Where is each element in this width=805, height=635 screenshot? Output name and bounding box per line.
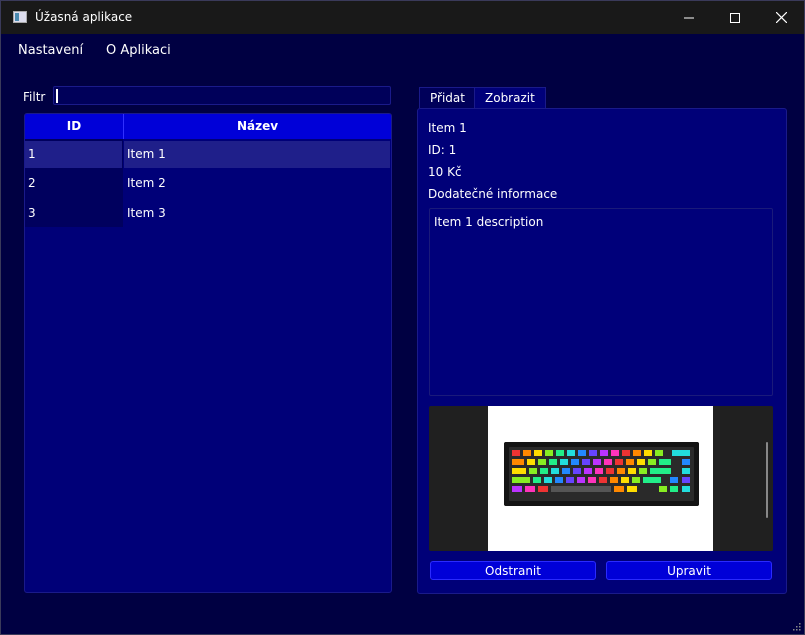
image-scrollbar[interactable] — [766, 442, 768, 518]
cell-id: 1 — [25, 141, 122, 168]
item-name: Item 1 — [428, 121, 467, 135]
keyboard-image — [504, 442, 699, 506]
product-image — [488, 406, 713, 551]
column-header-id[interactable]: ID — [25, 114, 124, 139]
edit-button[interactable]: Upravit — [606, 561, 772, 580]
table-row[interactable]: 1 Item 1 — [25, 141, 391, 168]
menu-settings[interactable]: Nastavení — [18, 43, 83, 58]
table-row[interactable]: 2 Item 2 — [25, 170, 391, 197]
cell-name: Item 2 — [127, 176, 166, 190]
table-row[interactable]: 3 Item 3 — [25, 200, 391, 227]
window-title: Úžasná aplikace — [35, 10, 133, 24]
cell-name: Item 3 — [127, 206, 166, 220]
item-id: ID: 1 — [428, 143, 457, 157]
app-window: Úžasná aplikace Nastavení O Aplikaci Fil… — [0, 0, 805, 635]
text-caret — [56, 89, 58, 103]
filter-label: Filtr — [23, 90, 46, 104]
maximize-button[interactable] — [712, 1, 758, 34]
title-bar[interactable]: Úžasná aplikace — [1, 1, 804, 34]
tab-add[interactable]: Přidat — [419, 87, 476, 108]
resize-grip-icon[interactable] — [793, 623, 801, 631]
app-icon — [13, 11, 27, 23]
delete-button[interactable]: Odstranit — [430, 561, 596, 580]
close-icon — [775, 12, 787, 23]
close-button[interactable] — [758, 1, 804, 34]
cell-id: 3 — [28, 206, 36, 220]
items-table: ID Název 1 Item 1 2 Item 2 3 Item 3 — [24, 113, 392, 593]
item-image — [429, 406, 773, 551]
detail-panel: Item 1 ID: 1 10 Kč Dodatečné informace I… — [417, 108, 787, 594]
menu-bar: Nastavení O Aplikaci — [1, 35, 804, 65]
table-header: ID Název — [25, 114, 391, 139]
filter-input[interactable] — [53, 86, 391, 105]
extra-info-label: Dodatečné informace — [428, 187, 558, 201]
cell-id: 2 — [28, 176, 36, 190]
description-field[interactable]: Item 1 description — [429, 208, 773, 396]
item-price: 10 Kč — [428, 165, 462, 179]
maximize-icon — [730, 12, 740, 23]
minimize-icon — [684, 17, 694, 18]
menu-about[interactable]: O Aplikaci — [106, 43, 171, 58]
column-header-name[interactable]: Název — [124, 114, 391, 139]
description-text: Item 1 description — [434, 215, 544, 229]
tab-view[interactable]: Zobrazit — [474, 87, 546, 108]
cell-name: Item 1 — [124, 141, 390, 168]
minimize-button[interactable] — [666, 1, 712, 34]
